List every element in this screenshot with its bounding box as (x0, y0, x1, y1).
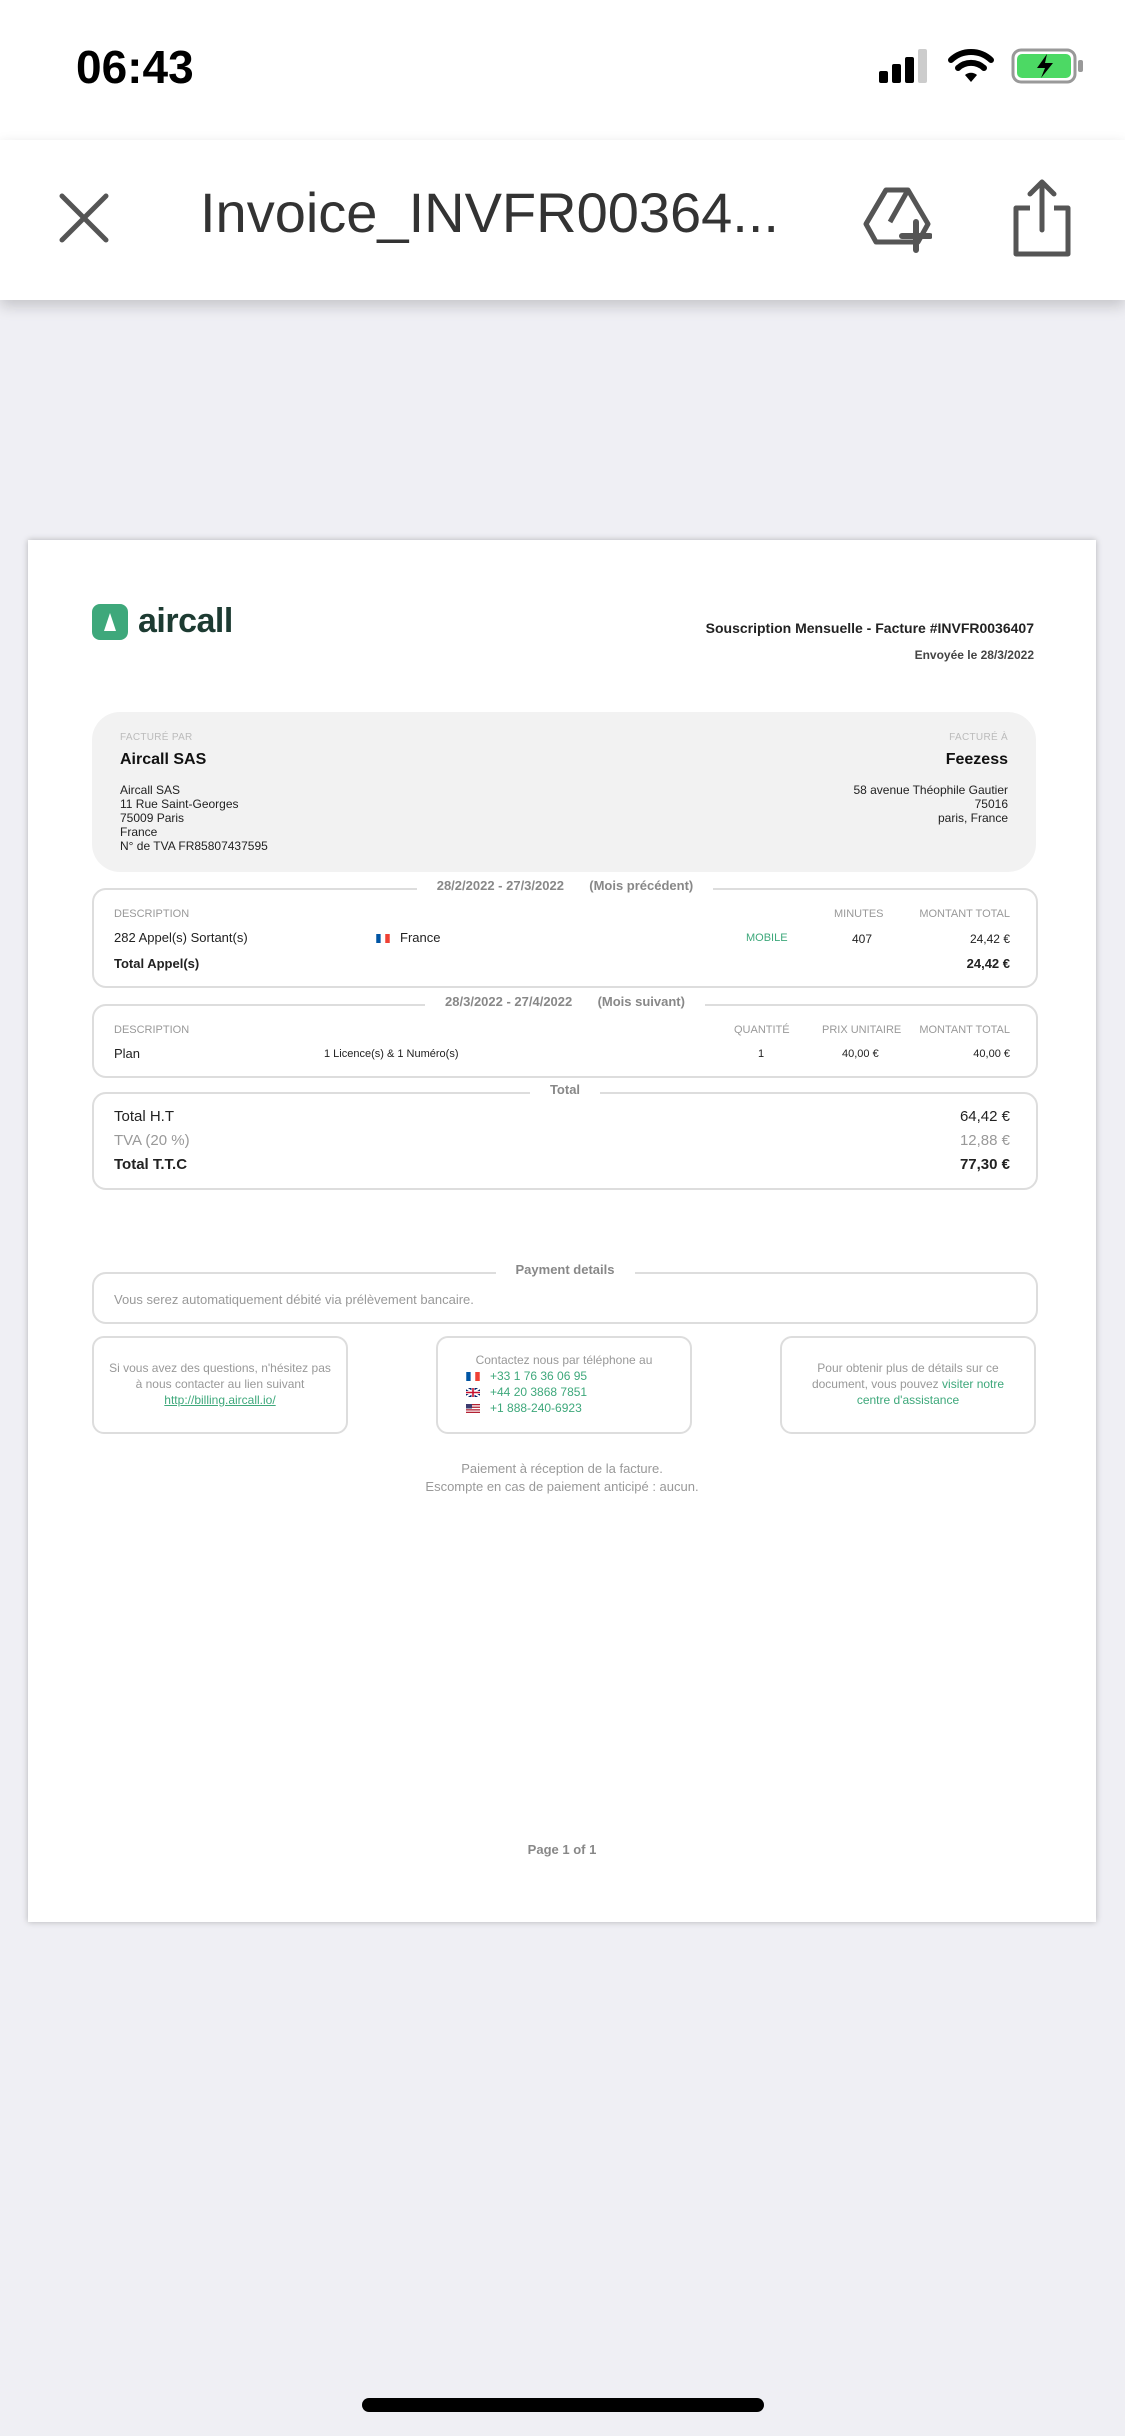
total-ttc-value: 77,30 € (959, 1156, 1010, 1173)
add-to-drive-icon[interactable] (862, 184, 932, 254)
plan-unit-price: 40,00 € (842, 1048, 879, 1060)
calls-section: 28/2/2022 - 27/3/2022 (Mois précédent) D… (92, 878, 1038, 988)
plan-period-note: (Mois suivant) (597, 994, 685, 1009)
billed-to-line: paris, France (937, 811, 1008, 825)
billed-to-caption: FACTURÉ À (949, 732, 1008, 743)
call-amount: 24,42 € (969, 932, 1010, 946)
col-amount: MONTANT TOTAL (919, 1024, 1010, 1036)
share-icon[interactable] (1010, 178, 1074, 258)
col-quantity: QUANTITÉ (734, 1024, 790, 1036)
total-ht-value: 64,42 € (959, 1108, 1010, 1125)
logo-text: aircall (138, 602, 233, 640)
billed-by-line: Aircall SAS (120, 783, 181, 797)
document-title: Invoice_INVFR00364... (200, 181, 779, 244)
col-description: DESCRIPTION (114, 908, 190, 920)
tva-label: TVA (20 %) (114, 1132, 190, 1149)
tva-value: 12,88 € (959, 1132, 1010, 1149)
status-time: 06:43 (76, 41, 194, 93)
phone-fr-row: +33 1 76 36 06 95 (466, 1368, 690, 1384)
invoice-title: Souscription Mensuelle - Facture #INVFR0… (705, 620, 1034, 636)
payment-legend: Payment details (94, 1262, 1036, 1277)
invoice-sent-date: Envoyée le 28/3/2022 (914, 648, 1034, 662)
billed-by: FACTURÉ PAR Aircall SAS Aircall SAS 11 R… (120, 732, 268, 853)
billed-by-name: Aircall SAS (120, 751, 207, 768)
status-icons (879, 48, 1085, 84)
phone-fr[interactable]: +33 1 76 36 06 95 (490, 1369, 587, 1383)
billed-by-line: France (120, 825, 158, 839)
billed-by-caption: FACTURÉ PAR (120, 732, 193, 743)
calls-period-note: (Mois précédent) (589, 878, 694, 893)
questions-text: Si vous avez des questions, n'hésitez pa… (109, 1361, 331, 1391)
payment-terms-line2: Escompte en cas de paiement anticipé : a… (425, 1479, 699, 1494)
total-ht-label: Total H.T (114, 1108, 175, 1125)
page-number: Page 1 of 1 (527, 1842, 597, 1857)
france-flag-icon (466, 1372, 480, 1382)
payment-text: Vous serez automatiquement débité via pr… (114, 1292, 474, 1307)
totals-legend: Total (94, 1082, 1036, 1097)
totals-section: Total Total H.T 64,42 € TVA (20 %) 12,88… (92, 1082, 1038, 1190)
battery-charging-icon (1011, 48, 1083, 84)
france-flag-icon (376, 934, 390, 944)
calls-period: 28/2/2022 - 27/3/2022 (436, 878, 564, 893)
phone-us[interactable]: +1 888-240-6923 (490, 1401, 582, 1415)
calls-total-label: Total Appel(s) (114, 956, 200, 971)
cellular-signal-icon (879, 49, 927, 83)
call-minutes: 407 (852, 932, 873, 946)
plan-quantity: 1 (758, 1048, 765, 1060)
phone-contact-box: Contactez nous par téléphone au +33 1 76… (436, 1336, 692, 1434)
billed-to-name: Feezess (945, 751, 1008, 768)
phone-uk[interactable]: +44 20 3868 7851 (490, 1385, 587, 1399)
status-bar: 06:43 (0, 0, 1125, 140)
phone-us-row: +1 888-240-6923 (466, 1400, 690, 1416)
help-center-box: Pour obtenir plus de détails sur ce docu… (780, 1336, 1036, 1434)
payment-section: Payment details Vous serez automatiqueme… (92, 1262, 1038, 1324)
invoice-page: aircall Souscription Mensuelle - Facture… (28, 540, 1096, 1922)
call-description: 282 Appel(s) Sortant(s) (114, 930, 248, 945)
aircall-logo: aircall (92, 602, 233, 641)
plan-period: 28/3/2022 - 27/4/2022 (445, 994, 573, 1009)
col-description: DESCRIPTION (114, 1024, 190, 1036)
call-country-label: France (400, 930, 441, 945)
close-icon[interactable] (58, 192, 110, 244)
col-amount: MONTANT TOTAL (919, 908, 1010, 920)
plan-detail: 1 Licence(s) & 1 Numéro(s) (324, 1048, 459, 1060)
plan-amount: 40,00 € (973, 1048, 1010, 1060)
document-toolbar: Invoice_INVFR00364... (0, 140, 1125, 300)
total-ttc-label: Total T.T.C (114, 1156, 188, 1173)
call-type: MOBILE (746, 932, 788, 944)
plan-description: Plan (114, 1046, 141, 1061)
billing-link[interactable]: http://billing.aircall.io/ (94, 1392, 346, 1408)
billed-by-line: N° de TVA FR85807437595 (120, 839, 268, 853)
billing-parties: FACTURÉ PAR Aircall SAS Aircall SAS 11 R… (92, 712, 1036, 872)
col-unit-price: PRIX UNITAIRE (822, 1024, 902, 1036)
billed-to-line: 75016 (974, 797, 1008, 811)
plan-section: 28/3/2022 - 27/4/2022 (Mois suivant) DES… (92, 994, 1038, 1078)
billed-by-line: 11 Rue Saint-Georges (120, 797, 239, 811)
uk-flag-icon (466, 1388, 480, 1398)
call-country: France (376, 930, 440, 945)
phone-contact-title: Contactez nous par téléphone au (475, 1353, 653, 1367)
calls-period-legend: 28/2/2022 - 27/3/2022 (Mois précédent) (94, 878, 1036, 893)
plan-period-legend: 28/3/2022 - 27/4/2022 (Mois suivant) (94, 994, 1036, 1009)
questions-box: Si vous avez des questions, n'hésitez pa… (92, 1336, 348, 1434)
col-minutes: MINUTES (834, 908, 884, 920)
billed-to-line: 58 avenue Théophile Gautier (853, 783, 1008, 797)
aircall-logo-icon (92, 603, 128, 640)
payment-terms: Paiement à réception de la facture. Esco… (28, 1460, 1096, 1496)
calls-total-value: 24,42 € (966, 956, 1010, 971)
home-indicator[interactable] (362, 2398, 764, 2412)
phone-uk-row: +44 20 3868 7851 (466, 1384, 690, 1400)
payment-terms-line1: Paiement à réception de la facture. (461, 1461, 663, 1476)
billed-by-line: 75009 Paris (120, 811, 185, 825)
billed-to: FACTURÉ À Feezess 58 avenue Théophile Ga… (853, 732, 1008, 825)
us-flag-icon (466, 1404, 480, 1414)
wifi-icon (948, 49, 994, 82)
